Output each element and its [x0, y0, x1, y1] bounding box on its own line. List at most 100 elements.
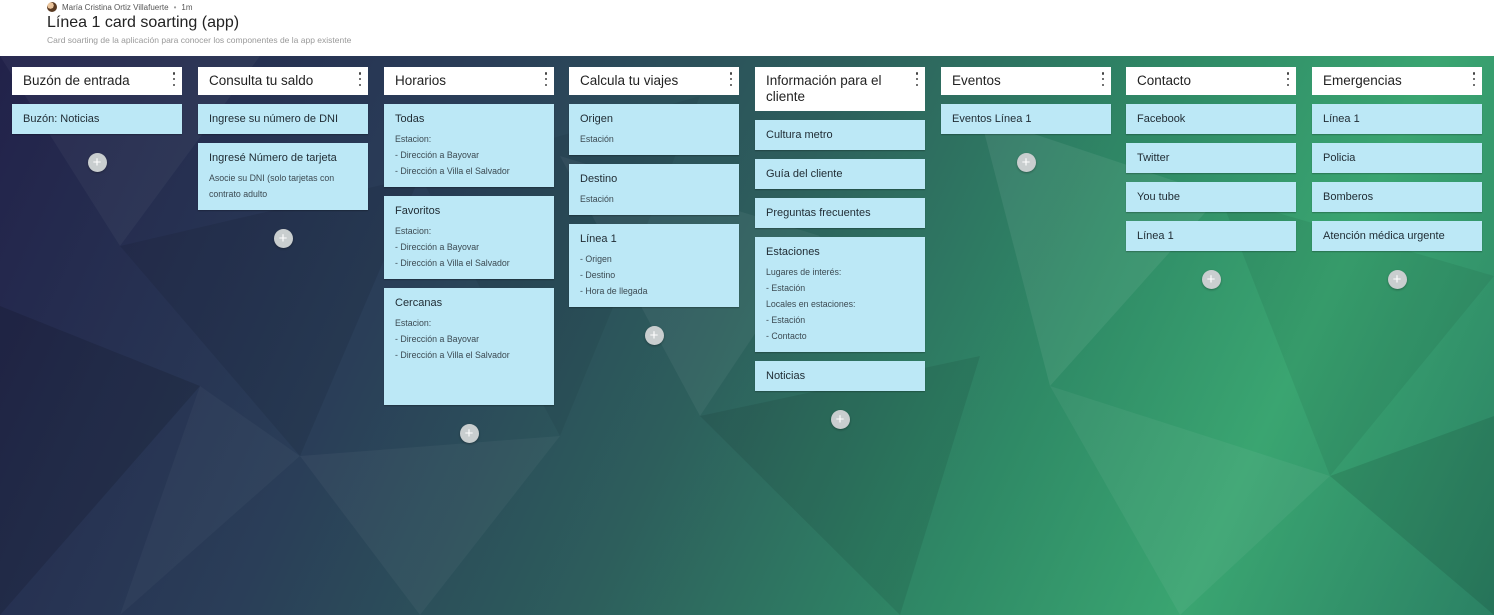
- add-card-button[interactable]: +: [1387, 270, 1407, 289]
- card-line: Estacion:: [395, 318, 432, 328]
- add-card-button[interactable]: +: [459, 424, 479, 443]
- card[interactable]: Eventos Línea 1: [941, 104, 1111, 134]
- column-header[interactable]: Emergencias: [1312, 67, 1482, 95]
- card[interactable]: Guía del cliente: [755, 159, 925, 189]
- card[interactable]: Facebook: [1126, 104, 1296, 134]
- add-card-button[interactable]: +: [87, 153, 107, 172]
- card[interactable]: Policia: [1312, 143, 1482, 173]
- card[interactable]: Destino Estación: [569, 164, 739, 215]
- card[interactable]: Origen Estación: [569, 104, 739, 155]
- more-options-icon[interactable]: [1471, 72, 1477, 86]
- card[interactable]: Todas Estacion: - Dirección a Bayovar - …: [384, 104, 554, 187]
- card[interactable]: Preguntas frecuentes: [755, 198, 925, 228]
- card-title: Twitter: [1137, 152, 1170, 164]
- more-options-icon[interactable]: [357, 72, 363, 86]
- card-title: Estaciones: [766, 246, 820, 258]
- column-contacto: Contacto Facebook Twitter You tube Línea…: [1126, 67, 1296, 289]
- card[interactable]: Bomberos: [1312, 182, 1482, 212]
- separator-dot: •: [173, 2, 177, 12]
- column-title: Contacto: [1137, 73, 1192, 88]
- column-header[interactable]: Calcula tu viajes: [569, 67, 739, 95]
- card-line: - Destino: [580, 270, 616, 280]
- column-header[interactable]: Consulta tu saldo: [198, 67, 368, 95]
- more-options-icon[interactable]: [728, 72, 734, 86]
- avatar[interactable]: [47, 2, 57, 12]
- add-card-button[interactable]: +: [1201, 270, 1221, 289]
- board-header: María Cristina Ortiz Villafuerte • 1m Lí…: [0, 0, 1494, 56]
- card[interactable]: Twitter: [1126, 143, 1296, 173]
- card[interactable]: Atención médica urgente: [1312, 221, 1482, 251]
- column-calcula-tu-viajes: Calcula tu viajes Origen Estación Destin…: [569, 67, 739, 345]
- card[interactable]: Estaciones Lugares de interés: - Estació…: [755, 237, 925, 352]
- column-header[interactable]: Buzón de entrada: [12, 67, 182, 95]
- card-title: Cultura metro: [766, 129, 833, 141]
- card-title: Ingrese su número de DNI: [209, 113, 339, 125]
- card[interactable]: Noticias: [755, 361, 925, 391]
- card-title: Atención médica urgente: [1323, 230, 1445, 242]
- add-card-button[interactable]: +: [644, 326, 664, 345]
- column-title: Horarios: [395, 73, 447, 88]
- column-title: Eventos: [952, 73, 1001, 88]
- column-header[interactable]: Información para el cliente: [755, 67, 925, 111]
- card-title: Policia: [1323, 152, 1356, 164]
- column-header[interactable]: Eventos: [941, 67, 1111, 95]
- card-title: Eventos Línea 1: [952, 113, 1032, 125]
- card-line: contrato adulto: [209, 189, 268, 199]
- column-eventos: Eventos Eventos Línea 1 +: [941, 67, 1111, 172]
- card-line: - Dirección a Bayovar: [395, 334, 480, 344]
- more-options-icon[interactable]: [914, 72, 920, 86]
- more-options-icon[interactable]: [1100, 72, 1106, 86]
- column-title: Información para el cliente: [766, 73, 882, 104]
- author-name[interactable]: María Cristina Ortiz Villafuerte: [62, 3, 169, 12]
- more-options-icon[interactable]: [1285, 72, 1291, 86]
- card-line: - Dirección a Villa el Salvador: [395, 258, 510, 268]
- column-header[interactable]: Contacto: [1126, 67, 1296, 95]
- card-line: - Origen: [580, 254, 612, 264]
- card[interactable]: Ingrese su número de DNI: [198, 104, 368, 134]
- card-body: Estación: [580, 131, 729, 147]
- card[interactable]: Cercanas Estacion: - Dirección a Bayovar…: [384, 288, 554, 405]
- card[interactable]: Línea 1: [1126, 221, 1296, 251]
- card[interactable]: Línea 1: [1312, 104, 1482, 134]
- card-body: Estacion: - Dirección a Bayovar - Direcc…: [395, 315, 544, 363]
- card-title: Línea 1: [1137, 230, 1174, 242]
- card-line: - Estación: [766, 315, 806, 325]
- card-title: Preguntas frecuentes: [766, 207, 871, 219]
- card-body: Estación: [580, 191, 729, 207]
- card-title: You tube: [1137, 191, 1181, 203]
- card-title: Buzón: Noticias: [23, 113, 100, 125]
- card-line: - Contacto: [766, 331, 807, 341]
- add-card-button[interactable]: +: [830, 410, 850, 429]
- card[interactable]: Favoritos Estacion: - Dirección a Bayova…: [384, 196, 554, 279]
- card-title: Línea 1: [580, 233, 617, 245]
- more-options-icon[interactable]: [171, 72, 177, 86]
- column-header[interactable]: Horarios: [384, 67, 554, 95]
- column-buzon-de-entrada: Buzón de entrada Buzón: Noticias +: [12, 67, 182, 172]
- card-line: Estación: [580, 134, 614, 144]
- card-line: Locales en estaciones:: [766, 299, 856, 309]
- card-line: - Dirección a Villa el Salvador: [395, 350, 510, 360]
- more-options-icon[interactable]: [543, 72, 549, 86]
- column-horarios: Horarios Todas Estacion: - Dirección a B…: [384, 67, 554, 443]
- card[interactable]: Buzón: Noticias: [12, 104, 182, 134]
- card-title: Línea 1: [1323, 113, 1360, 125]
- card-line: - Hora de llegada: [580, 286, 648, 296]
- card-title: Noticias: [766, 370, 806, 382]
- card[interactable]: Cultura metro: [755, 120, 925, 150]
- column-informacion-para-el-cliente: Información para el cliente Cultura metr…: [755, 67, 925, 429]
- card[interactable]: Ingresé Número de tarjeta Asocie su DNI …: [198, 143, 368, 210]
- card-title: Origen: [580, 113, 614, 125]
- board-canvas: Buzón de entrada Buzón: Noticias + Consu…: [0, 56, 1494, 615]
- card-title: Cercanas: [395, 297, 443, 309]
- card-body: - Origen - Destino - Hora de llegada: [580, 251, 729, 299]
- card-line: - Estación: [766, 283, 806, 293]
- card-body: Asocie su DNI (solo tarjetas con contrat…: [209, 170, 358, 202]
- card[interactable]: Línea 1 - Origen - Destino - Hora de lle…: [569, 224, 739, 307]
- card-line: Estacion:: [395, 134, 432, 144]
- column-emergencias: Emergencias Línea 1 Policia Bomberos Ate…: [1312, 67, 1482, 289]
- add-card-button[interactable]: +: [1016, 153, 1036, 172]
- add-card-button[interactable]: +: [273, 229, 293, 248]
- column-title: Consulta tu saldo: [209, 73, 314, 88]
- card[interactable]: You tube: [1126, 182, 1296, 212]
- column-title: Calcula tu viajes: [580, 73, 679, 88]
